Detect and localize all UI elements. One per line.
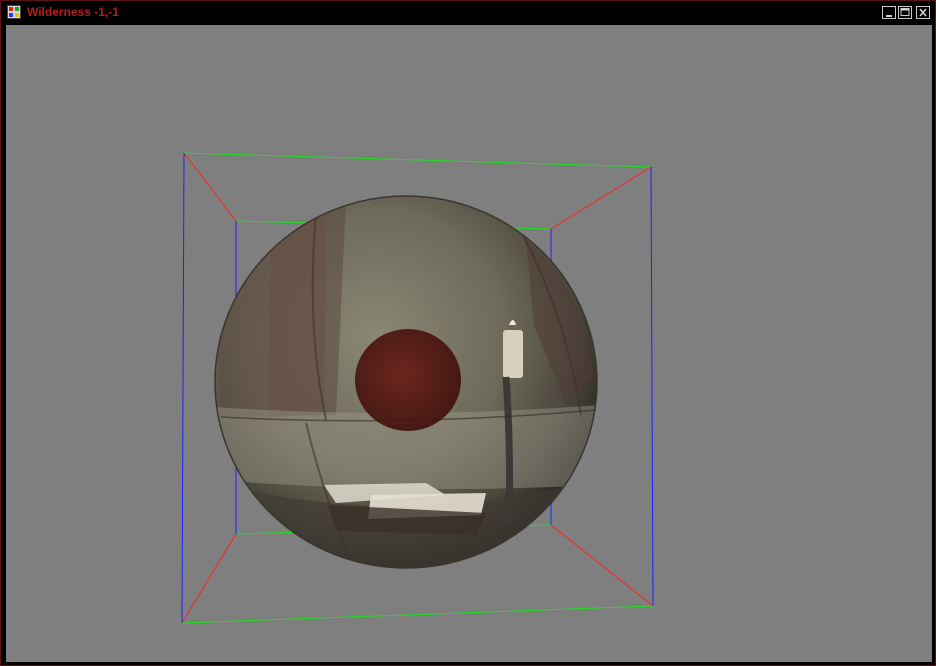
app-window: Wilderness -1,-1 [0,0,936,666]
reflective-sphere[interactable] [214,195,600,585]
close-button[interactable] [916,6,930,19]
maximize-button[interactable] [898,6,912,19]
3d-viewport[interactable] [6,25,932,662]
window-title: Wilderness -1,-1 [27,5,119,19]
close-icon [919,8,927,17]
title-bar[interactable]: Wilderness -1,-1 [2,2,934,22]
minimize-button[interactable] [882,6,896,19]
scene-render [181,152,654,624]
maximize-icon [900,8,910,16]
app-icon[interactable] [7,5,21,19]
minimize-icon [886,15,892,17]
red-target-disc [355,329,461,431]
